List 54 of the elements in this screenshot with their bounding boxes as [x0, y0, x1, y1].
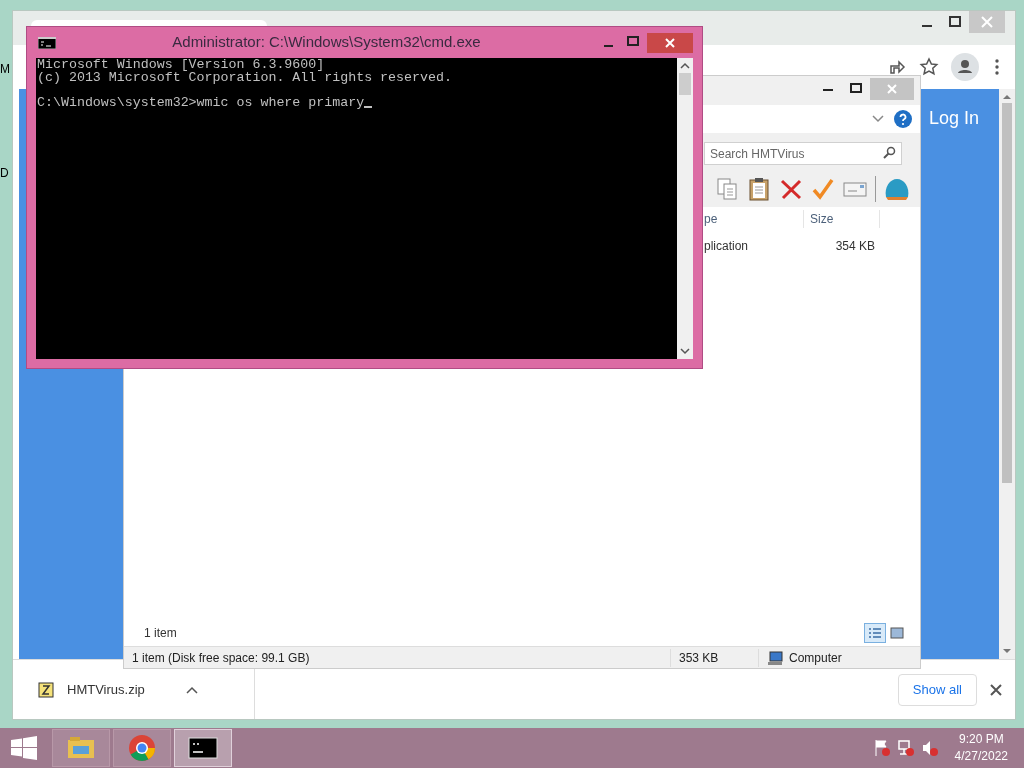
table-cell-text: plication — [704, 238, 750, 255]
browser-icon — [126, 732, 158, 764]
caret-up-icon[interactable] — [184, 684, 199, 695]
clock-date[interactable]: 4/27/2022 — [954, 748, 1008, 765]
scroll-down-icon[interactable] — [1002, 647, 1012, 655]
column-header[interactable]: Size — [804, 210, 880, 228]
clock-time[interactable]: 9:20 PM — [958, 731, 1004, 748]
column-header[interactable]: pe — [704, 210, 804, 228]
chevron-down-icon[interactable] — [872, 115, 884, 123]
delete-icon[interactable] — [779, 177, 803, 201]
status-location: Computer — [789, 649, 842, 667]
close-icon[interactable] — [989, 682, 1003, 697]
scrollbar[interactable] — [999, 89, 1015, 659]
speaker-muted-icon[interactable] — [920, 739, 939, 757]
scrollbar[interactable] — [677, 58, 693, 359]
desktop-label: D — [0, 165, 9, 182]
status-summary: 1 item (Disk free space: 99.1 GB) — [131, 649, 311, 667]
details-view-button[interactable] — [864, 623, 886, 643]
windows-start-icon[interactable] — [10, 736, 38, 760]
scrollbar-thumb[interactable] — [679, 73, 691, 95]
item-count: 1 item — [144, 625, 178, 642]
window-title: Administrator: C:\Windows\System32\cmd.exe — [171, 32, 482, 53]
preview-pane-icon — [890, 627, 904, 639]
list-view-icon — [868, 627, 882, 639]
share-icon[interactable] — [887, 57, 907, 77]
scroll-up-icon[interactable] — [680, 62, 690, 70]
taskbar-button[interactable] — [174, 729, 232, 767]
console-line: Microsoft Windows [Version 6.3.9600] — [37, 59, 325, 72]
close-icon[interactable] — [647, 32, 693, 53]
desktop-label: M — [0, 61, 10, 78]
login-link[interactable]: Log In — [928, 105, 979, 132]
checkmark-icon[interactable] — [811, 177, 835, 201]
search-icon[interactable] — [883, 145, 896, 159]
table-cell-text: 354 KB — [834, 238, 875, 255]
star-icon[interactable] — [919, 57, 939, 77]
shell-icon[interactable] — [884, 177, 910, 201]
scrollbar-thumb[interactable] — [1002, 103, 1012, 483]
search-field[interactable]: Search HMTVirus — [704, 142, 902, 165]
console-line: (c) 2013 Microsoft Corporation. All rights reserved. — [37, 71, 452, 84]
flag-icon[interactable] — [872, 739, 891, 757]
zip-file-icon — [37, 680, 55, 699]
text-cursor — [364, 106, 373, 108]
profile-icon[interactable] — [951, 53, 979, 81]
scroll-down-icon[interactable] — [680, 347, 690, 355]
clipboard-icon[interactable] — [747, 177, 771, 201]
console-line: C:\Windows\system32>wmic os where primary — [37, 96, 365, 109]
console-app-icon — [38, 36, 56, 49]
status-size: 353 KB — [670, 648, 758, 667]
network-icon[interactable] — [896, 739, 915, 757]
help-icon[interactable] — [894, 110, 912, 128]
scroll-up-icon[interactable] — [1002, 93, 1012, 101]
show-all-button[interactable]: Show all — [897, 673, 977, 706]
download-file-name[interactable]: HMTVirus.zip — [67, 679, 145, 700]
computer-icon — [767, 650, 783, 665]
